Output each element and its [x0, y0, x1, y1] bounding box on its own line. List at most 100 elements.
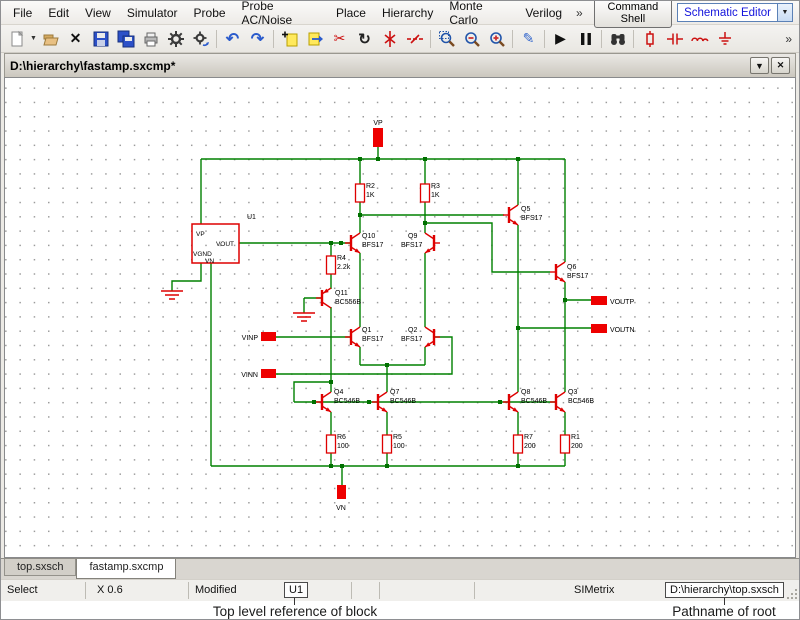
status-separator: [85, 582, 86, 599]
annotation-root-path: Pathname of root: [672, 604, 776, 619]
r4-ref: R4: [337, 255, 346, 262]
q3-val: BC546B: [568, 398, 594, 405]
restore-down-icon[interactable]: ▼: [750, 57, 769, 74]
zoom-area-button[interactable]: [434, 27, 459, 51]
q8-ref: Q8: [521, 389, 530, 396]
r7-ref: R7: [524, 434, 533, 441]
toolbar-separator: [601, 30, 602, 48]
u1-pin-vgnd: VGND: [193, 251, 212, 258]
document-title: D:\hierarchy\fastamp.sxcmp*: [10, 59, 175, 73]
place-inductor-button[interactable]: [687, 27, 712, 51]
toolbar-separator: [216, 30, 217, 48]
place-resistor-button[interactable]: [637, 27, 662, 51]
export-page-button[interactable]: [302, 27, 327, 51]
q11-val: BC556B: [335, 299, 361, 306]
options-gear-icon[interactable]: [163, 27, 188, 51]
zoom-out-button[interactable]: [459, 27, 484, 51]
menu-probe[interactable]: Probe: [186, 3, 234, 23]
editor-mode-label: Schematic Editor: [678, 7, 777, 19]
pause-button[interactable]: [573, 27, 598, 51]
status-zoom: X 0.6: [97, 584, 123, 596]
q11-ref: Q11: [335, 290, 348, 297]
q2-ref: Q2: [408, 327, 417, 334]
terminal-vn-label: VN: [336, 505, 346, 512]
chevron-down-icon[interactable]: ▼: [777, 4, 792, 21]
q7-ref: Q7: [390, 389, 399, 396]
save-button[interactable]: [88, 27, 113, 51]
menu-probe-ac-noise[interactable]: Probe AC/Noise: [234, 0, 328, 30]
new-schematic-button[interactable]: [4, 27, 29, 51]
toolbar-separator: [512, 30, 513, 48]
r1-ref: R1: [571, 434, 580, 441]
menu-view[interactable]: View: [77, 3, 119, 23]
u1-pin-vout: VOUT: [216, 241, 234, 248]
find-binoculars-icon[interactable]: [605, 27, 630, 51]
menu-edit[interactable]: Edit: [40, 3, 77, 23]
menu-monte-carlo[interactable]: Monte Carlo: [441, 0, 517, 30]
menu-hierarchy[interactable]: Hierarchy: [374, 3, 441, 23]
print-button[interactable]: [138, 27, 163, 51]
open-button[interactable]: [38, 27, 63, 51]
wire-cross-icon[interactable]: [402, 27, 427, 51]
new-dropdown-caret-icon[interactable]: ▼: [29, 35, 38, 42]
q4-ref: Q4: [334, 389, 343, 396]
editor-mode-select[interactable]: Schematic Editor ▼: [677, 3, 793, 22]
status-separator: [474, 582, 475, 599]
document-tab-bar: top.sxsch fastamp.sxcmp: [1, 558, 799, 579]
terminal-voutp-label: VOUTP: [610, 299, 634, 306]
redraw-button[interactable]: ↻: [352, 27, 377, 51]
toolbar-separator: [544, 30, 545, 48]
r4-val: 2.2k: [337, 264, 351, 271]
cut-scissors-icon[interactable]: ✂: [327, 27, 352, 51]
q7-val: BC546B: [390, 398, 416, 405]
q8-val: BC546B: [521, 398, 547, 405]
menu-verilog[interactable]: Verilog: [517, 3, 570, 23]
redo-button[interactable]: ↷: [245, 27, 270, 51]
u1-pin-vn: VN: [205, 258, 214, 265]
annotate-pencil-icon[interactable]: ✎: [516, 27, 541, 51]
status-block-ref-box: U1: [284, 582, 308, 598]
place-ground-button[interactable]: [712, 27, 737, 51]
zoom-in-button[interactable]: [484, 27, 509, 51]
q6-ref: Q6: [567, 264, 576, 271]
command-shell-button[interactable]: Command Shell: [594, 0, 672, 28]
q5-ref: Q5: [521, 206, 530, 213]
wire-delete-icon[interactable]: [377, 27, 402, 51]
menu-file[interactable]: File: [5, 3, 40, 23]
r2-ref: R2: [366, 183, 375, 190]
u1-pin-vp: VP: [196, 231, 205, 238]
r6-ref: R6: [337, 434, 346, 441]
tab-fastamp-sxcmp[interactable]: fastamp.sxcmp: [76, 559, 176, 579]
menu-overflow-chevron-icon[interactable]: »: [570, 6, 589, 20]
q10-val: BFS17: [362, 242, 384, 249]
menu-simulator[interactable]: Simulator: [119, 3, 186, 23]
menu-place[interactable]: Place: [328, 3, 374, 23]
close-button[interactable]: ✕: [63, 27, 88, 51]
status-bar: Select X 0.6 Modified U1 SIMetrix D:\hie…: [1, 579, 799, 601]
status-root-path-box: D:\hierarchy\top.sxsch: [665, 582, 784, 598]
q1-ref: Q1: [362, 327, 371, 334]
r2-val: 1K: [366, 192, 375, 199]
toolbar-overflow-chevron-icon[interactable]: »: [781, 32, 796, 46]
resize-grip[interactable]: [785, 587, 797, 599]
toolbar: ▼ ✕ ↶ ↷ ✂ ↻ ✎ ▶ »: [1, 25, 799, 53]
q4-val: BC546B: [334, 398, 360, 405]
q2-val: BFS17: [401, 336, 423, 343]
document-title-bar: D:\hierarchy\fastamp.sxcmp* ▼ ✕: [4, 53, 796, 77]
undo-button[interactable]: ↶: [220, 27, 245, 51]
close-document-icon[interactable]: ✕: [771, 57, 790, 74]
toolbar-separator: [273, 30, 274, 48]
tab-top-sxsch[interactable]: top.sxsch: [4, 559, 76, 576]
q1-val: BFS17: [362, 336, 384, 343]
q10-ref: Q10: [362, 233, 375, 240]
run-button[interactable]: ▶: [548, 27, 573, 51]
annotation-strip: Top level reference of block Pathname of…: [1, 601, 799, 620]
copy-to-page-button[interactable]: [277, 27, 302, 51]
save-all-button[interactable]: [113, 27, 138, 51]
r3-val: 1K: [431, 192, 440, 199]
schematic-canvas[interactable]: U1 VP VOUT VGND VN Q10 BFS17 Q9 BFS17 Q5…: [4, 77, 796, 558]
status-separator: [351, 582, 352, 599]
status-modified: Modified: [195, 584, 237, 596]
refresh-options-gear-icon[interactable]: [188, 27, 213, 51]
place-capacitor-button[interactable]: [662, 27, 687, 51]
